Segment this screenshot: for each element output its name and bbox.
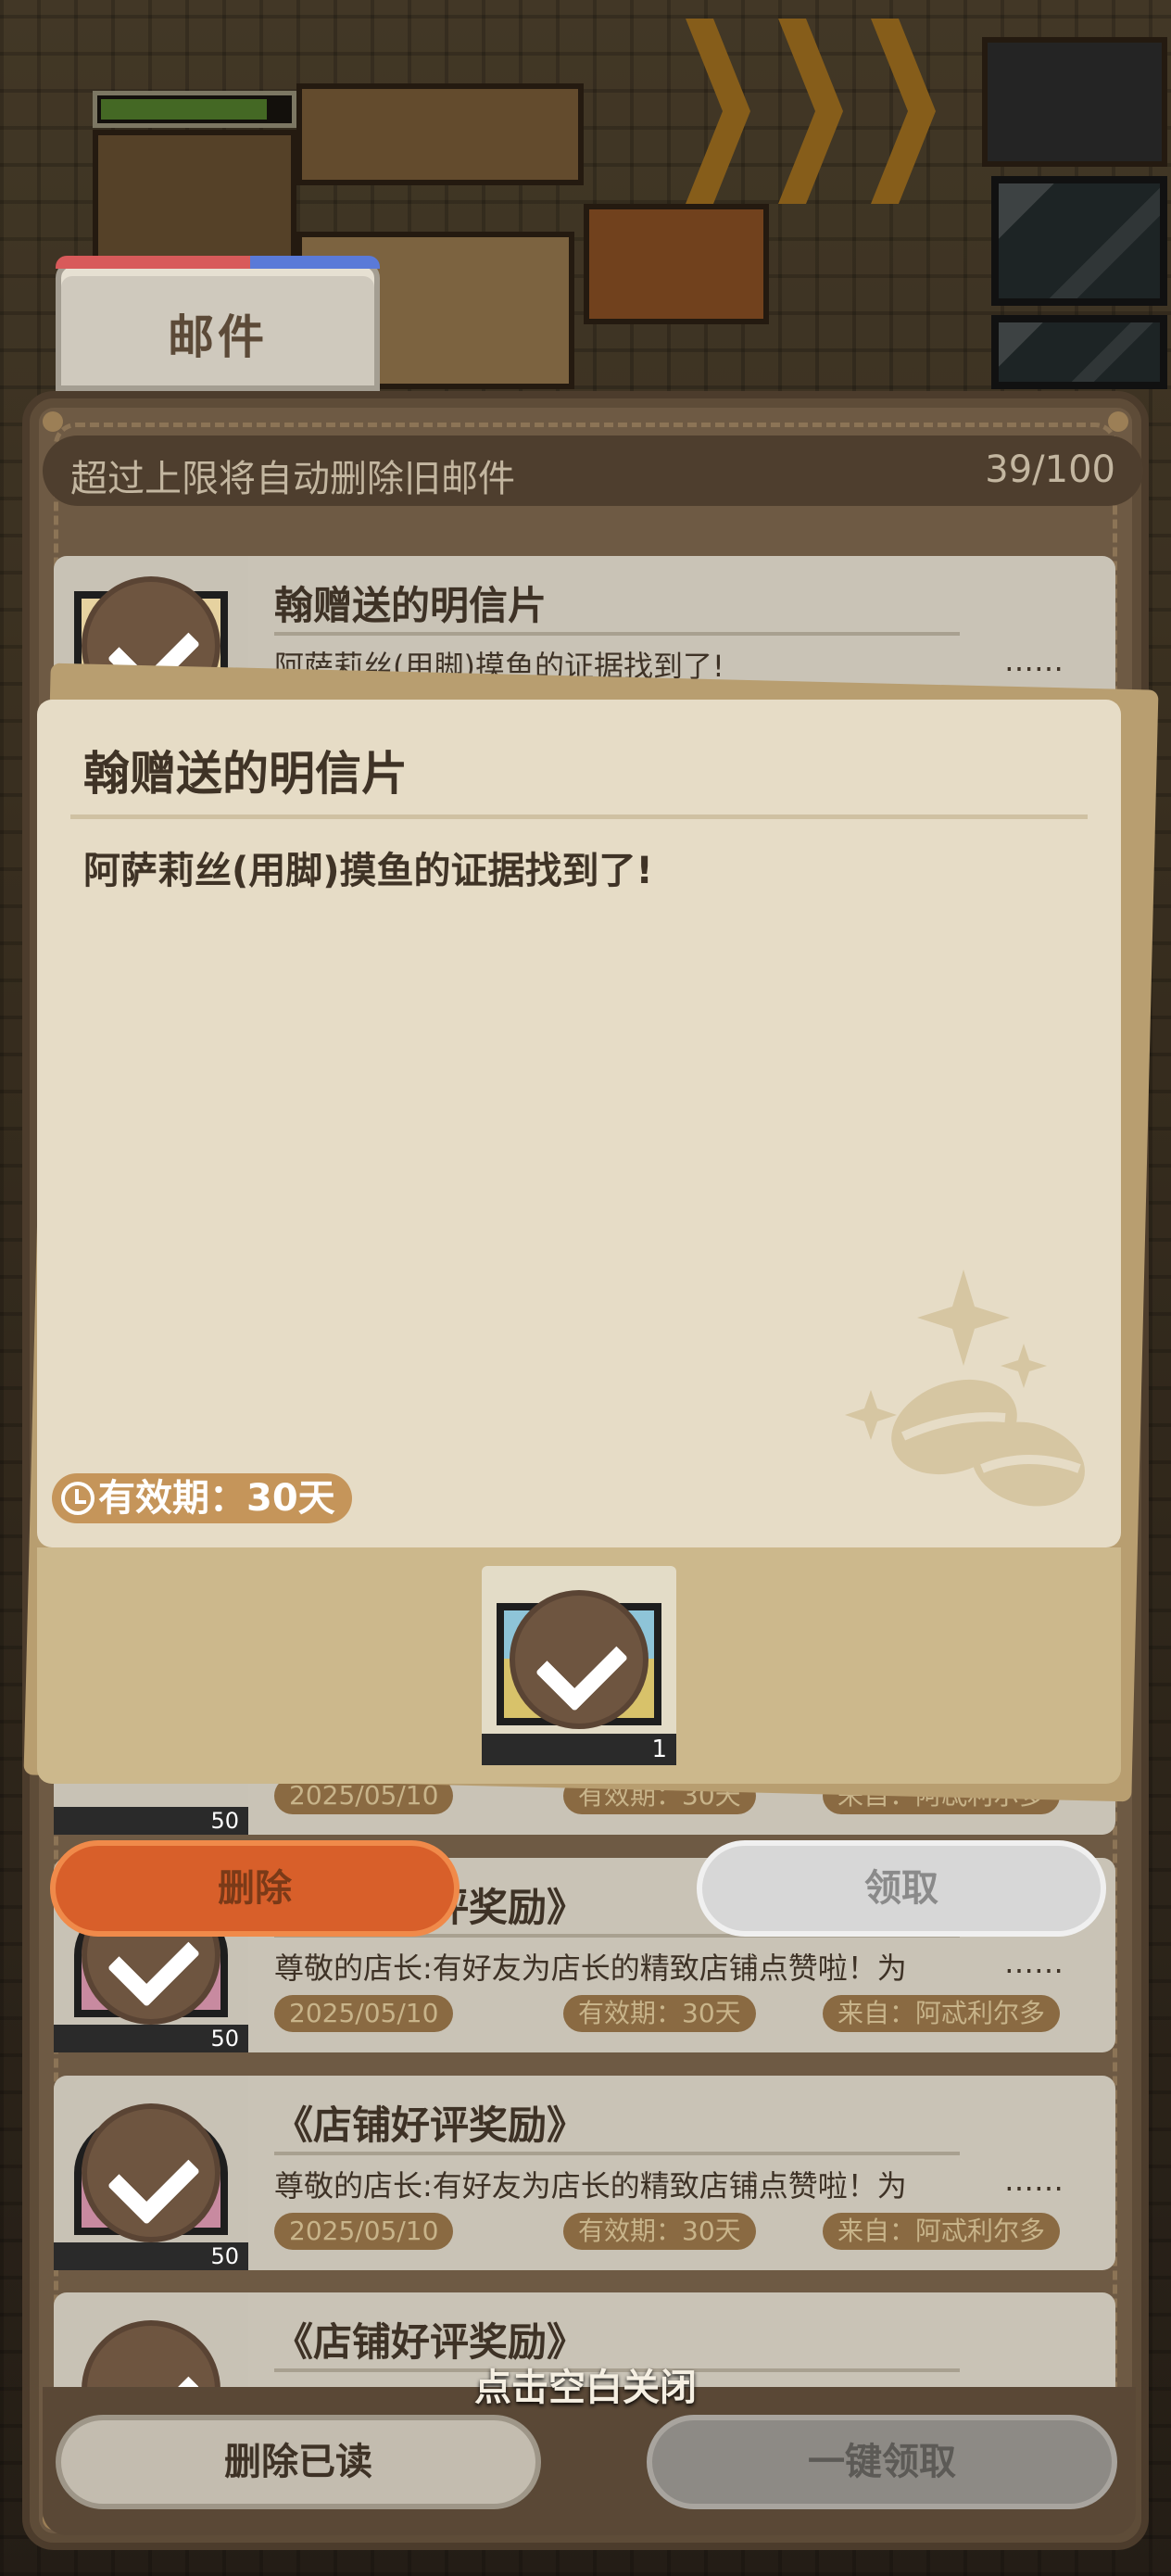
mail-date-chip: 2025/05/10 [274, 2213, 454, 2250]
mail-thumbnail: 50 [54, 2076, 248, 2270]
mail-item-body: 《店铺好评奖励》 尊敬的店长:有好友为店长的精致店铺点赞啦！为 …… 2025/… [248, 2076, 1115, 2270]
mail-list-item[interactable]: 50 《店铺好评奖励》 尊敬的店长:有好友为店长的精致店铺点赞啦！为 …… 20… [54, 2076, 1115, 2270]
letter-validity-text: 有效期：30天 [98, 1477, 335, 1520]
read-check-icon [82, 2103, 220, 2242]
attachment-item[interactable]: 1 [482, 1566, 676, 1765]
panel-rivet [43, 411, 63, 432]
mail-limit-bar: 超过上限将自动删除旧邮件 39/100 [43, 436, 1143, 506]
item-quantity: 50 [54, 1807, 248, 1835]
delete-button[interactable]: 删除 [50, 1840, 460, 1937]
tab-stripe [56, 256, 380, 269]
divider [70, 814, 1088, 819]
close-hint: 点击空白关闭 [474, 2367, 697, 2409]
item-quantity: 50 [54, 2025, 248, 2052]
claimed-check-icon [510, 1590, 648, 1729]
mail-sender-chip: 来自：阿忒利尔多 [823, 2213, 1061, 2250]
letter-title: 翰赠送的明信片 [83, 747, 408, 801]
mail-preview: 尊敬的店长:有好友为店长的精致店铺点赞啦！为 [274, 2168, 907, 2203]
mail-more: …… [1004, 643, 1064, 678]
mail-preview: 尊敬的店长:有好友为店长的精致店铺点赞啦！为 [274, 1951, 907, 1986]
panel-rivet [1108, 411, 1128, 432]
mail-tab: 邮件 [56, 256, 380, 391]
mail-limit-notice: 超过上限将自动删除旧邮件 [70, 458, 515, 500]
mail-date-chip: 2025/05/10 [274, 1995, 454, 2032]
mail-validity-chip: 有效期：30天 [563, 2213, 756, 2250]
letter-content: 阿萨莉丝(用脚)摸鱼的证据找到了! [83, 850, 653, 892]
mail-count: 39/100 [985, 448, 1115, 491]
mail-more: …… [1004, 2163, 1064, 2198]
item-quantity: 50 [54, 2242, 248, 2270]
claim-button[interactable]: 领取 [697, 1840, 1106, 1937]
letter-popup: 翰赠送的明信片 阿萨莉丝(用脚)摸鱼的证据找到了! 有效期：30天 [37, 700, 1121, 1547]
mail-more: …… [1004, 1945, 1064, 1980]
mail-tab-label: 邮件 [168, 310, 268, 364]
mail-validity-chip: 有效期：30天 [563, 1995, 756, 2032]
mail-subject: 翰赠送的明信片 [274, 583, 548, 628]
attachment-quantity: 1 [482, 1734, 676, 1765]
divider [274, 2152, 960, 2155]
mail-subject: 《店铺好评奖励》 [274, 2102, 586, 2148]
coffee-bean-sparkle-icon [845, 1269, 1085, 1507]
letter-validity-badge: 有效期：30天 [52, 1473, 352, 1523]
claim-all-button[interactable]: 一键领取 [647, 2415, 1117, 2509]
mail-sender-chip: 来自：阿忒利尔多 [823, 1995, 1061, 2032]
clock-icon [61, 1482, 94, 1515]
delete-read-button[interactable]: 删除已读 [56, 2415, 541, 2509]
divider [274, 632, 960, 636]
